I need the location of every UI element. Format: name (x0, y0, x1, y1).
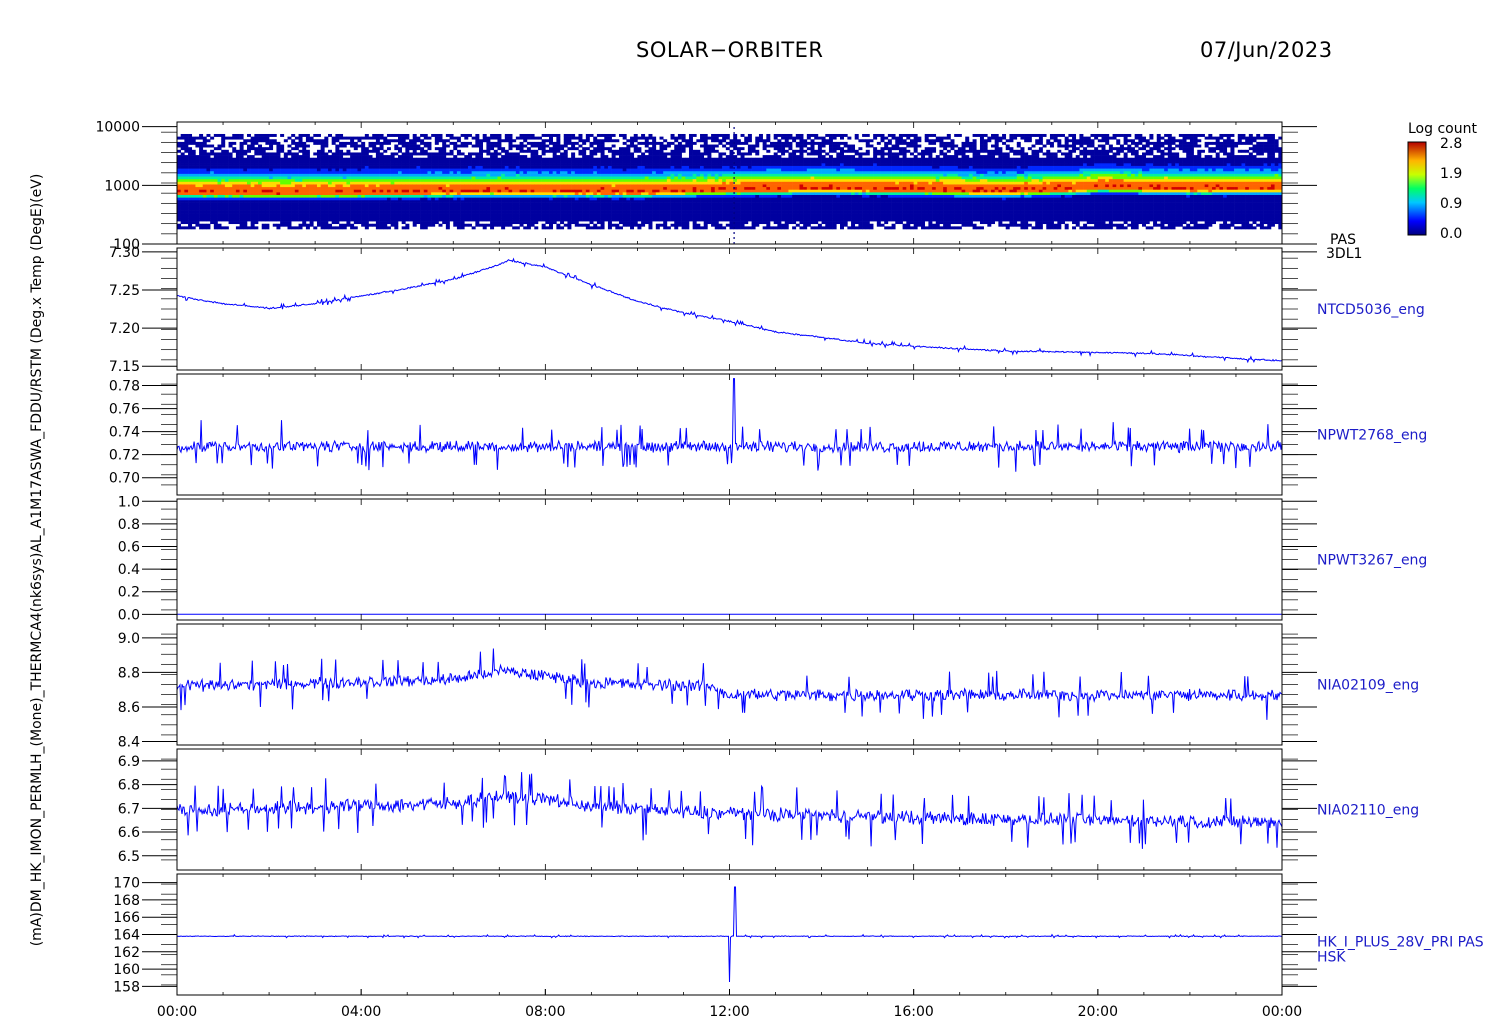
series-label: NPWT2768_eng (1317, 428, 1427, 444)
ytick-label: 6.5 (118, 849, 140, 865)
series-line (176, 648, 1283, 720)
ytick-label: 0.76 (109, 402, 140, 418)
ytick-label: 162 (113, 945, 140, 961)
ytick-label: 0.4 (118, 562, 140, 578)
panel-frame (176, 748, 1283, 871)
xtick-label: 08:00 (525, 1004, 565, 1020)
ytick-label: 6.8 (118, 778, 140, 794)
series-line (176, 772, 1283, 849)
colorbar-scale (1407, 141, 1427, 236)
ytick-label: 0.70 (109, 471, 140, 487)
ytick-label: 10000 (95, 120, 140, 136)
panel-3: 0.78 0.76 0.74 0.72 0.70 NPWT2768_eng (109, 373, 1427, 496)
time-axis: 00:00 04:00 08:00 12:00 16:00 20:00 00:00 (157, 989, 1302, 1020)
series-label: HSK (1317, 950, 1346, 966)
spectrogram (177, 127, 1283, 246)
ytick-label: 0.0 (118, 607, 140, 623)
ytick-label: 0.2 (118, 585, 140, 601)
ytick-label: 170 (113, 876, 140, 892)
xtick-label: 00:00 (1262, 1004, 1302, 1020)
panel-4: 1.0 0.8 0.6 0.4 0.2 0.0 NPWT3267_eng (118, 494, 1428, 623)
series-label: NPWT3267_eng (1317, 553, 1427, 569)
colorbar-tick-3: 0.0 (1440, 226, 1462, 242)
colorbar-tick-1: 1.9 (1440, 166, 1462, 182)
series-line (176, 257, 1283, 364)
panels-group: 100001000100 PAS3DL17.307.257.207.15NTCD5… (95, 120, 1484, 996)
ytick-label: 1000 (104, 178, 140, 194)
series-line (176, 886, 1283, 983)
left-axis-label: (mA)DM_HK_IMON_PERMLH_(Mone)_THERMCA4(nk… (29, 174, 45, 947)
series-label: NIA02110_eng (1317, 803, 1419, 819)
xtick-label: 04:00 (341, 1004, 381, 1020)
ytick-label: 0.74 (109, 425, 140, 441)
panel-frame (176, 623, 1283, 746)
ytick-label: 8.8 (118, 665, 140, 681)
ytick-label: 166 (113, 910, 140, 926)
panel-1: 100001000100 PAS3DL1 (95, 120, 1362, 262)
ytick-label: 9.0 (118, 631, 140, 647)
stacked-timeseries-plot: 100001000100 PAS3DL17.307.257.207.15NTCD5… (29, 120, 1484, 1020)
colorbar: Log count 2.8 1.9 0.9 0.0 (1407, 121, 1477, 242)
series-label: HK_I_PLUS_28V_PRI PAS (1317, 935, 1484, 951)
panel-label: 3DL1 (1326, 246, 1362, 262)
ytick-label: 6.9 (118, 754, 140, 770)
ytick-label: 7.25 (109, 283, 140, 299)
ytick-label: 164 (113, 928, 140, 944)
colorbar-title: Log count (1408, 121, 1477, 137)
ytick-label: 7.30 (109, 245, 140, 261)
series-label: NIA02109_eng (1317, 678, 1419, 694)
colorbar-tick-0: 2.8 (1440, 136, 1462, 152)
panel-6: 6.9 6.8 6.7 6.6 6.5 NIA02110_eng (118, 748, 1419, 871)
xtick-label: 00:00 (157, 1004, 197, 1020)
ytick-label: 168 (113, 893, 140, 909)
xtick-label: 20:00 (1078, 1004, 1118, 1020)
panel-frame (176, 373, 1283, 496)
ytick-label: 0.6 (118, 539, 140, 555)
xtick-label: 12:00 (709, 1004, 749, 1020)
panel-5: 9.0 8.8 8.6 8.4 NIA02109_eng (118, 623, 1419, 751)
panel-frame (176, 498, 1283, 621)
ytick-label: 160 (113, 962, 140, 978)
ytick-label: 7.15 (109, 359, 140, 375)
ytick-label: 0.8 (118, 517, 140, 533)
colorbar-tick-2: 0.9 (1440, 196, 1462, 212)
panel-frame (176, 247, 1283, 371)
ytick-label: 8.4 (118, 735, 140, 751)
series-label: NTCD5036_eng (1317, 302, 1425, 318)
ytick-label: 1.0 (118, 494, 140, 510)
ytick-label: 0.72 (109, 448, 140, 464)
ytick-label: 158 (113, 979, 140, 995)
panel-7: 170168166 164162160158 HK_I_PLUS_28V_PRI P… (113, 873, 1484, 996)
ytick-label: 0.78 (109, 379, 140, 395)
ytick-label: 6.7 (118, 801, 140, 817)
xtick-label: 16:00 (893, 1004, 933, 1020)
ytick-label: 6.6 (118, 825, 140, 841)
panel-2: 7.30 7.25 7.20 7.15 NTCD5036_eng (109, 245, 1425, 375)
ytick-label: 7.20 (109, 321, 140, 337)
series-line (176, 378, 1283, 472)
ytick-label: 8.6 (118, 700, 140, 716)
